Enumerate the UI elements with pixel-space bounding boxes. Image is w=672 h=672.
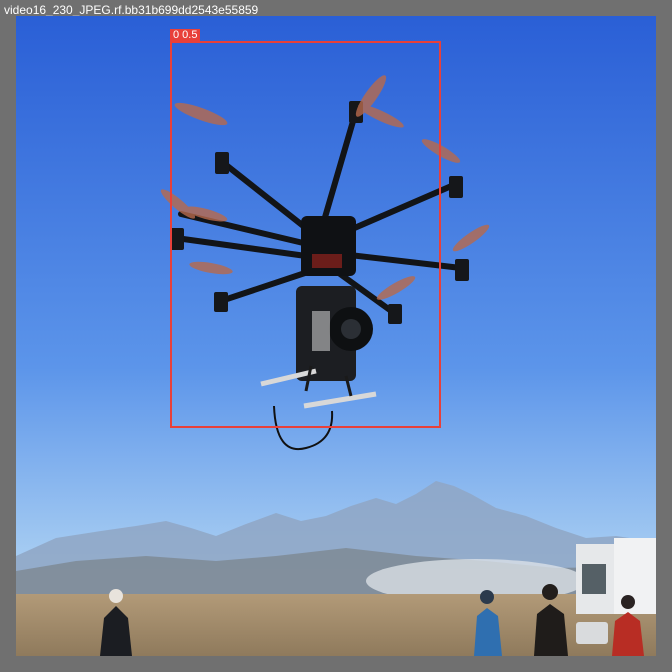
detection-label: 0 0.5 xyxy=(170,29,201,41)
viewer-frame: video16_230_JPEG.rf.bb31b699dd2543e55859 xyxy=(0,0,672,672)
detection-box[interactable] xyxy=(170,41,441,428)
image-filename: video16_230_JPEG.rf.bb31b699dd2543e55859 xyxy=(4,3,259,17)
equipment-case xyxy=(576,622,608,644)
vehicle xyxy=(576,538,656,614)
